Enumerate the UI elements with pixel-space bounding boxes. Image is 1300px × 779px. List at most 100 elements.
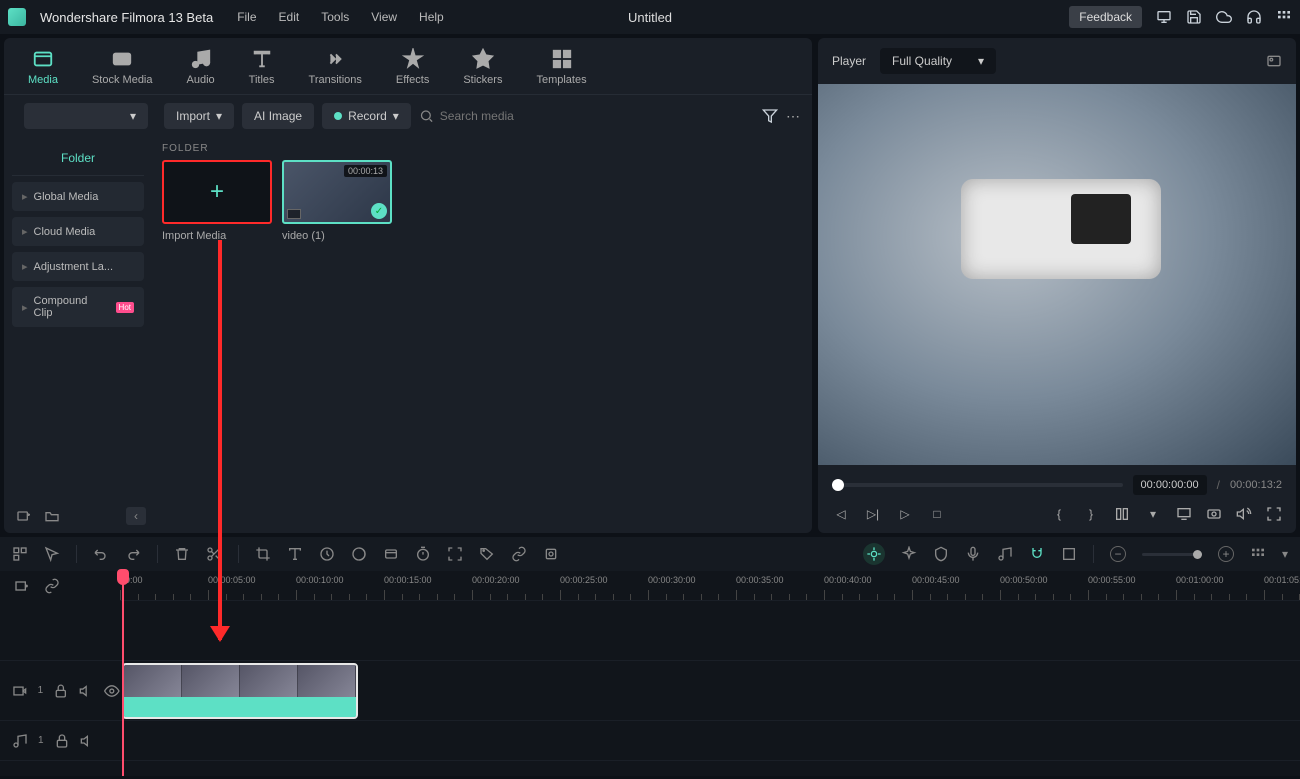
import-media-card[interactable]: + Import Media: [162, 160, 272, 242]
prev-frame-button[interactable]: ◁: [832, 505, 850, 523]
music-icon[interactable]: [997, 546, 1013, 562]
timeline: 00:0000:00:05:0000:00:10:0000:00:15:0000…: [0, 571, 1300, 776]
tab-templates[interactable]: Templates: [536, 48, 586, 86]
new-bin-icon[interactable]: [16, 508, 32, 524]
folder-sidebar: Folder ▸Global Media ▸Cloud Media ▸Adjus…: [4, 137, 152, 533]
menu-view[interactable]: View: [371, 10, 397, 24]
media-panel: Media Stock Media Audio Titles Transitio…: [4, 38, 812, 533]
audio-track-icon: [12, 733, 28, 749]
mic-icon[interactable]: [965, 546, 981, 562]
text-icon[interactable]: [287, 546, 303, 562]
color-icon[interactable]: [351, 546, 367, 562]
stop-button[interactable]: □: [928, 505, 946, 523]
snapshot-icon[interactable]: [1266, 53, 1282, 69]
filter-icon[interactable]: [762, 108, 778, 124]
shield-icon[interactable]: [933, 546, 949, 562]
view-mode-icon[interactable]: [1250, 546, 1266, 562]
undo-icon[interactable]: [93, 546, 109, 562]
sparkle-icon[interactable]: [901, 546, 917, 562]
menu-edit[interactable]: Edit: [279, 10, 300, 24]
speed-icon[interactable]: [319, 546, 335, 562]
ai-tool-icon[interactable]: [863, 543, 885, 565]
ruler-mark: 00:00:05:00: [208, 575, 256, 585]
lock-icon[interactable]: [54, 733, 70, 749]
import-dropdown[interactable]: Import▾: [164, 103, 234, 129]
redo-icon[interactable]: [125, 546, 141, 562]
search-icon: [419, 108, 434, 124]
display-icon[interactable]: [1176, 506, 1192, 522]
expand-icon[interactable]: [447, 546, 463, 562]
tab-stickers[interactable]: Stickers: [463, 48, 502, 86]
ruler-mark: 00:00:55:00: [1088, 575, 1136, 585]
crop-icon[interactable]: [255, 546, 271, 562]
more-icon[interactable]: ⋯: [786, 108, 800, 125]
columns-icon[interactable]: [1114, 506, 1130, 522]
ai-image-button[interactable]: AI Image: [242, 103, 314, 129]
link-icon[interactable]: [511, 546, 527, 562]
view-mode-dropdown[interactable]: ▾: [1282, 547, 1288, 561]
monitor-icon[interactable]: [1156, 9, 1172, 25]
fullscreen-icon[interactable]: [1266, 506, 1282, 522]
lock-icon[interactable]: [53, 683, 69, 699]
play-button[interactable]: ▷: [896, 505, 914, 523]
seek-slider[interactable]: [832, 483, 1123, 487]
mute-icon[interactable]: [80, 733, 96, 749]
timeline-ruler[interactable]: 00:0000:00:05:0000:00:10:0000:00:15:0000…: [120, 571, 1300, 601]
sidebar-collapse-icon[interactable]: ‹: [126, 507, 146, 525]
mute-icon[interactable]: [79, 683, 95, 699]
playhead[interactable]: [122, 571, 124, 776]
zoom-in-icon[interactable]: +: [1218, 546, 1234, 562]
track-link-icon[interactable]: [44, 578, 60, 594]
zoom-slider[interactable]: [1142, 553, 1202, 556]
grid-tool-icon[interactable]: [12, 546, 28, 562]
mark-out-button[interactable]: }: [1082, 505, 1100, 523]
sidebar-item-cloud-media[interactable]: ▸Cloud Media: [12, 217, 144, 246]
tab-transitions[interactable]: Transitions: [309, 48, 362, 86]
delete-icon[interactable]: [174, 546, 190, 562]
menu-tools[interactable]: Tools: [321, 10, 349, 24]
magnet-icon[interactable]: [1029, 546, 1045, 562]
ruler-mark: 00:00:50:00: [1000, 575, 1048, 585]
quality-dropdown[interactable]: Full Quality▾: [880, 48, 996, 74]
tab-stock-media[interactable]: Stock Media: [92, 48, 153, 86]
play-backward-button[interactable]: ▷|: [864, 505, 882, 523]
cloud-icon[interactable]: [1216, 9, 1232, 25]
ruler-mark: 00:00:40:00: [824, 575, 872, 585]
menu-file[interactable]: File: [237, 10, 256, 24]
mark-in-button[interactable]: {: [1050, 505, 1068, 523]
safe-zone-dropdown[interactable]: ▾: [1144, 505, 1162, 523]
tab-media[interactable]: Media: [28, 48, 58, 86]
record-dropdown[interactable]: Record▾: [322, 103, 411, 129]
folder-icon[interactable]: [44, 508, 60, 524]
tab-audio[interactable]: Audio: [187, 48, 215, 86]
target-icon[interactable]: [543, 546, 559, 562]
sidebar-item-compound-clip[interactable]: ▸Compound ClipHot: [12, 287, 144, 327]
arrow-tool-icon[interactable]: [44, 546, 60, 562]
sidebar-item-adjustment-layer[interactable]: ▸Adjustment La...: [12, 252, 144, 281]
ruler-mark: 00:00:45:00: [912, 575, 960, 585]
timer-icon[interactable]: [415, 546, 431, 562]
sidebar-collapse-button[interactable]: ▾: [24, 103, 148, 129]
timeline-clip[interactable]: [122, 663, 358, 719]
video-preview[interactable]: [818, 84, 1296, 465]
zoom-out-icon[interactable]: −: [1110, 546, 1126, 562]
volume-icon[interactable]: [1236, 506, 1252, 522]
menu-help[interactable]: Help: [419, 10, 444, 24]
track-add-icon[interactable]: [14, 578, 30, 594]
headset-icon[interactable]: [1246, 9, 1262, 25]
eye-icon[interactable]: [104, 683, 120, 699]
sidebar-item-global-media[interactable]: ▸Global Media: [12, 182, 144, 211]
player-label: Player: [832, 54, 866, 68]
media-clip-card[interactable]: 00:00:13 ✓ video (1): [282, 160, 392, 242]
tab-titles[interactable]: Titles: [249, 48, 275, 86]
tab-effects[interactable]: Effects: [396, 48, 429, 86]
apps-icon[interactable]: [1276, 9, 1292, 25]
frame-icon[interactable]: [1061, 546, 1077, 562]
capture-icon[interactable]: [1206, 506, 1222, 522]
save-icon[interactable]: [1186, 9, 1202, 25]
search-input[interactable]: [440, 109, 754, 123]
tag-icon[interactable]: [479, 546, 495, 562]
mask-icon[interactable]: [383, 546, 399, 562]
app-logo-icon: [8, 8, 26, 26]
feedback-button[interactable]: Feedback: [1069, 6, 1142, 28]
